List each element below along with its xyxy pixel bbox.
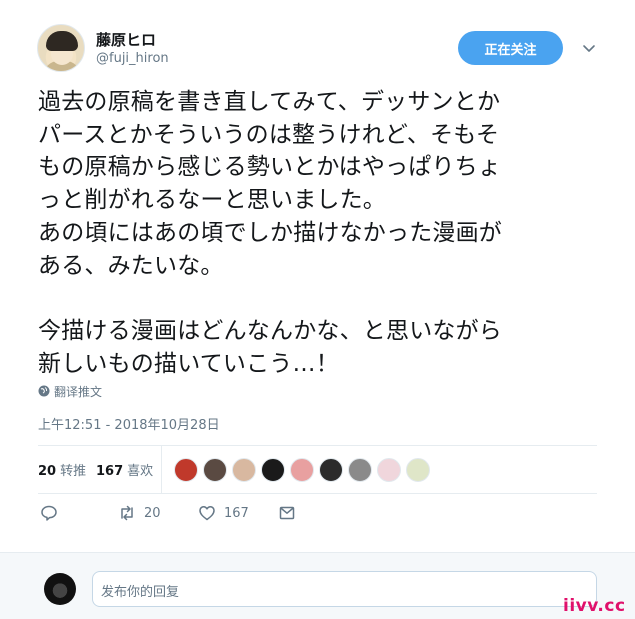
likes-label: 喜欢: [127, 464, 154, 479]
stats-separator: [161, 446, 162, 494]
translate-tweet-link[interactable]: 翻译推文: [38, 382, 102, 400]
tweet-actions: 20 167: [38, 504, 338, 528]
tweet-timestamp[interactable]: 上午12:51 - 2018年10月28日: [38, 414, 220, 433]
translate-label[interactable]: 翻译推文: [54, 383, 102, 400]
reply-icon: [41, 505, 57, 521]
liker-avatar[interactable]: [174, 458, 198, 482]
direct-message-button[interactable]: [278, 504, 296, 522]
current-user-avatar: [44, 573, 76, 605]
tweet-header: 藤原ヒロ @fuji_hiron 正在关注: [0, 0, 635, 80]
chevron-down-icon[interactable]: [581, 40, 597, 56]
likes-stat[interactable]: 167 喜欢: [96, 460, 153, 479]
reply-bar: 发布你的回复: [0, 552, 635, 619]
following-button[interactable]: 正在关注: [458, 31, 563, 65]
retweet-button[interactable]: 20: [118, 504, 161, 522]
reply-button[interactable]: [40, 504, 58, 522]
retweet-count: 20: [144, 505, 161, 521]
liker-avatar[interactable]: [377, 458, 401, 482]
liker-avatar[interactable]: [203, 458, 227, 482]
tweet-stats: 20 转推 167 喜欢: [38, 446, 597, 494]
liker-avatar[interactable]: [348, 458, 372, 482]
liker-avatar[interactable]: [232, 458, 256, 482]
liker-avatars: [174, 458, 430, 482]
watermark-text: iivv.cc: [563, 596, 626, 616]
display-name[interactable]: 藤原ヒロ: [96, 29, 156, 50]
mail-icon: [279, 506, 295, 520]
retweets-count: 20: [38, 464, 57, 479]
liker-avatar[interactable]: [406, 458, 430, 482]
tweet-text: 過去の原稿を書き直してみて、デッサンとか パースとかそういうのは整うけれど、そも…: [38, 89, 502, 377]
likes-count: 167: [96, 464, 124, 479]
retweets-stat[interactable]: 20 转推: [38, 460, 86, 479]
retweets-label: 转推: [60, 464, 87, 479]
liker-avatar[interactable]: [319, 458, 343, 482]
like-button[interactable]: 167: [198, 504, 249, 522]
like-count: 167: [224, 505, 249, 521]
divider-bottom: [38, 493, 597, 494]
liker-avatar[interactable]: [290, 458, 314, 482]
retweet-icon: [121, 505, 133, 521]
globe-icon: [38, 385, 50, 397]
heart-icon: [199, 506, 215, 521]
avatar-hair: [46, 31, 78, 51]
user-handle[interactable]: @fuji_hiron: [96, 51, 169, 66]
liker-avatar[interactable]: [261, 458, 285, 482]
user-avatar[interactable]: [37, 24, 85, 72]
reply-input[interactable]: 发布你的回复: [92, 571, 597, 607]
